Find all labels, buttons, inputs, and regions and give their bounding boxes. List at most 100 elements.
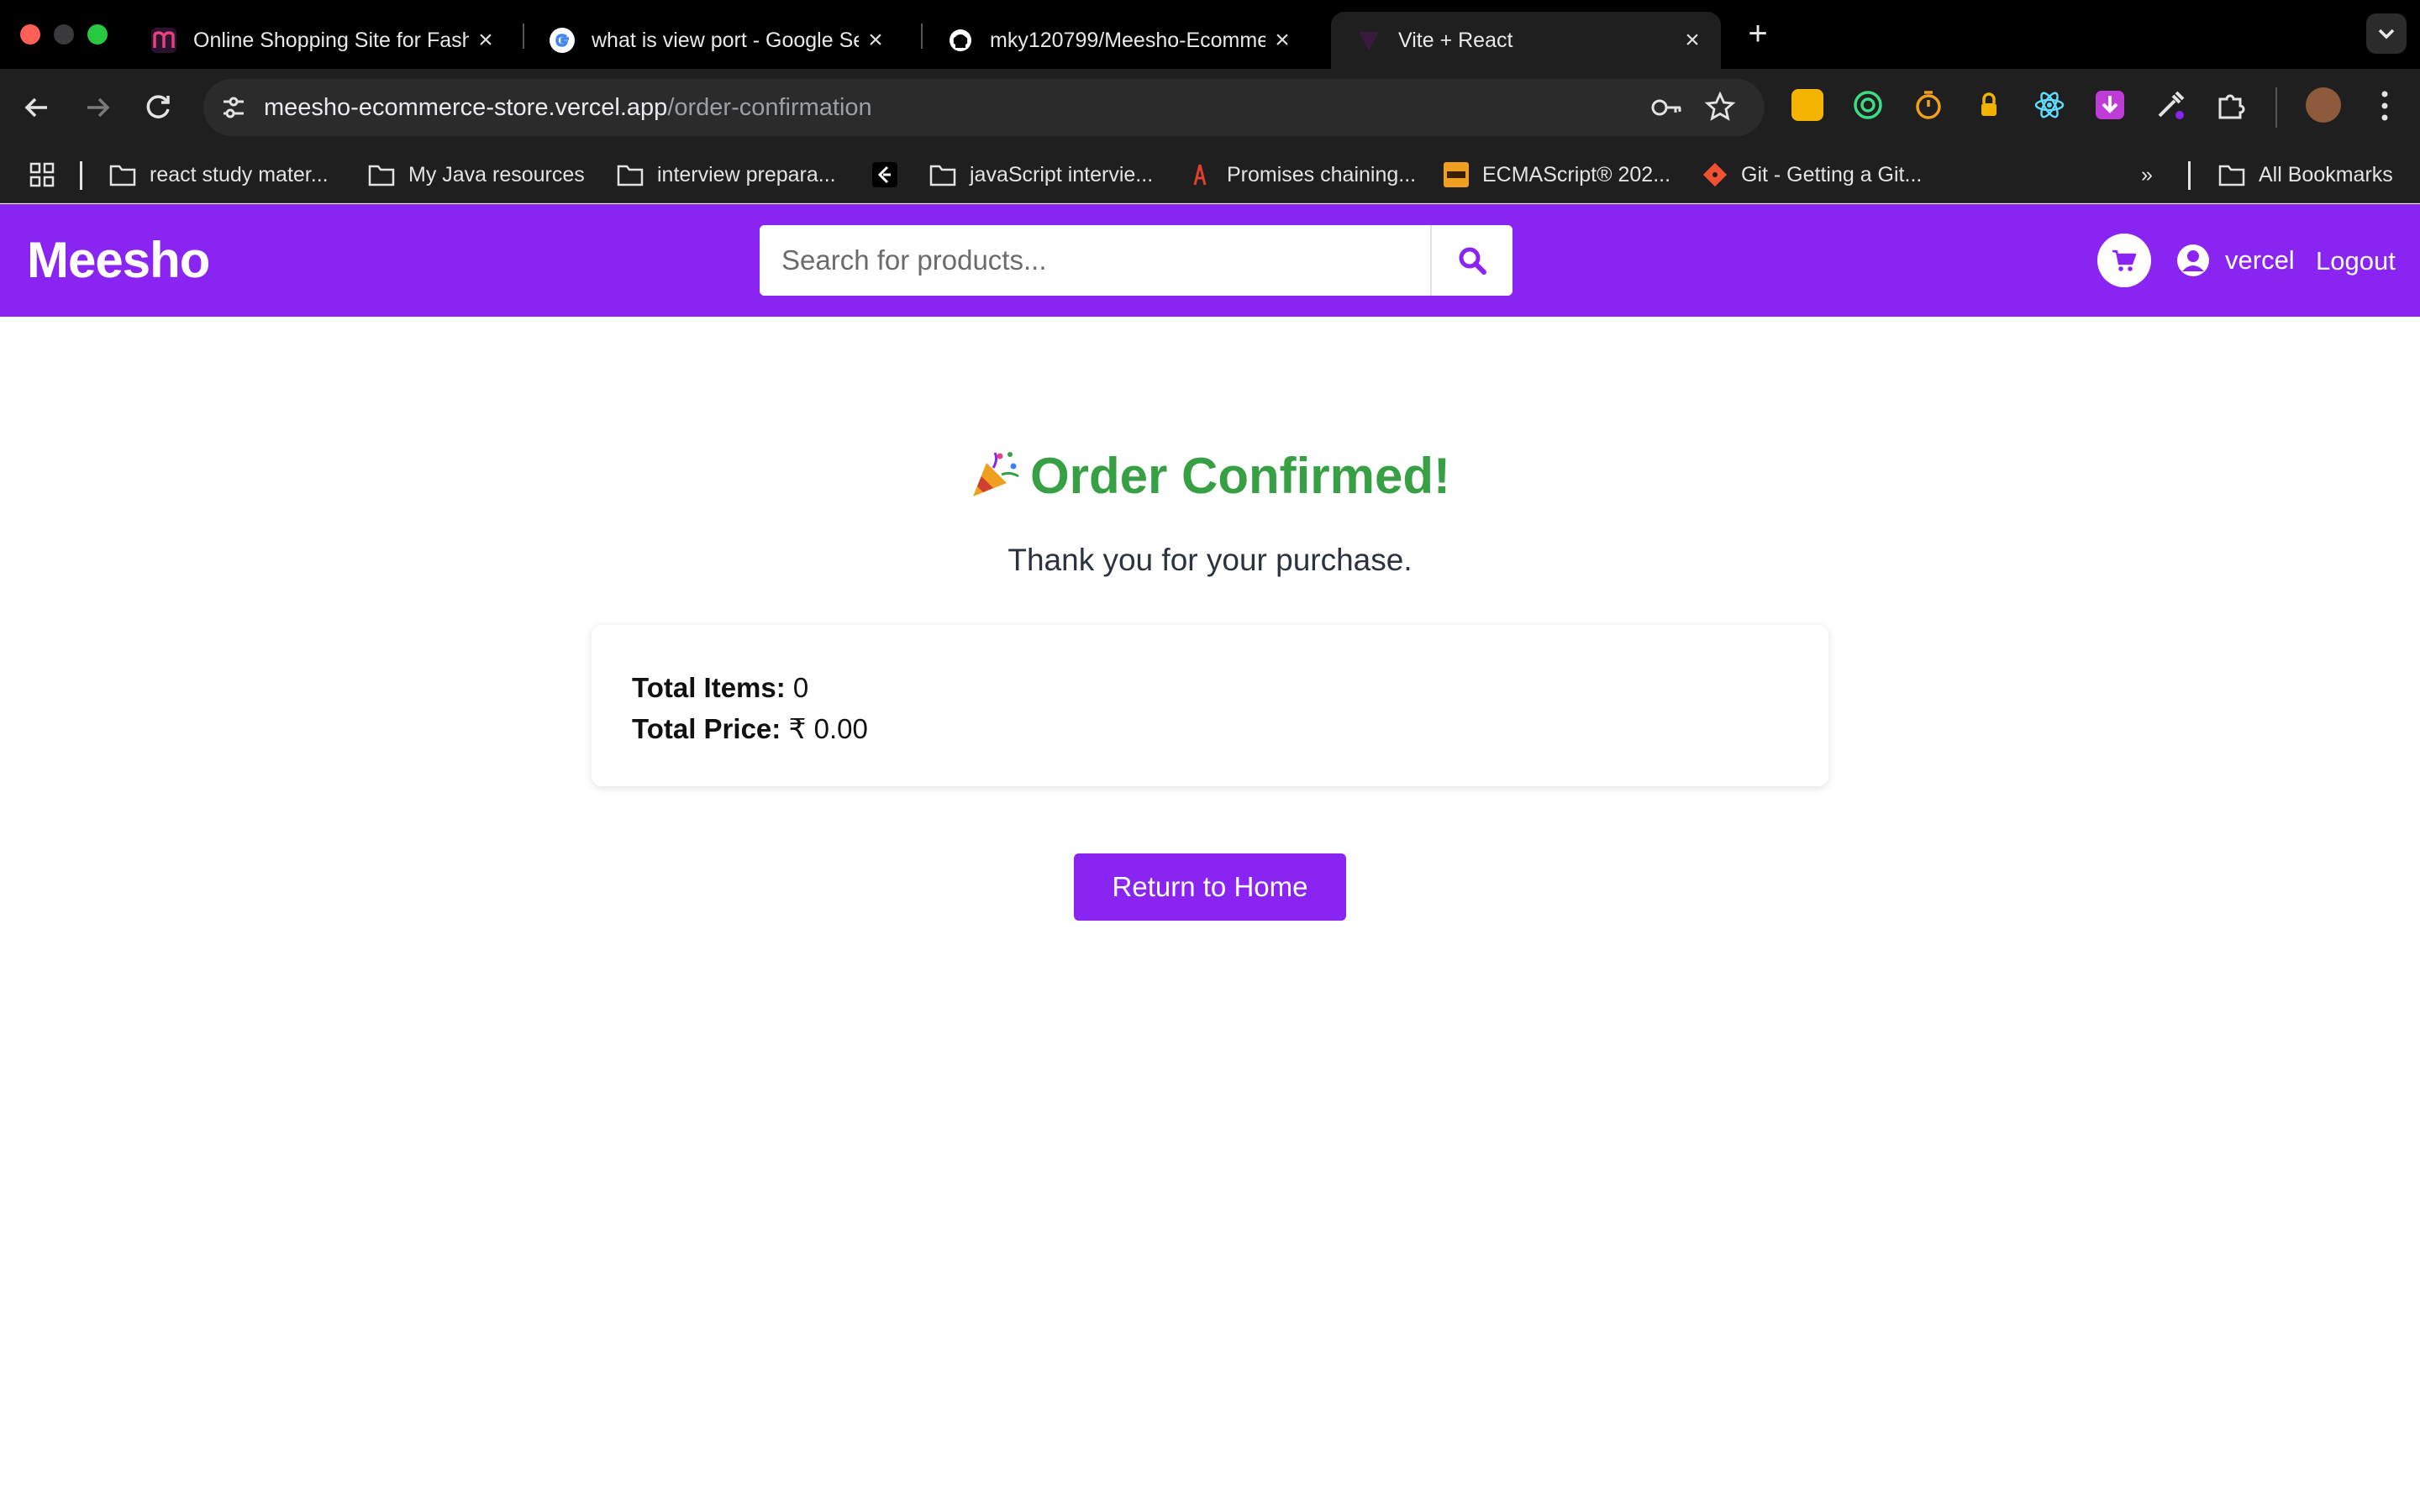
cart-button[interactable] [2097,234,2151,287]
tab-title: mky120799/Meesho-Ecomme [990,28,1265,52]
meesho-m-icon [151,28,176,53]
bookmark-label: Promises chaining... [1227,162,1417,186]
url-path: /order-confirmation [667,94,872,121]
total-price-row: Total Price: ₹ 0.00 [632,712,868,745]
total-price-label: Total Price: [632,713,781,744]
close-window-button[interactable] [20,24,40,45]
apps-grid-icon[interactable] [29,161,55,188]
bookmark-site[interactable]: Promises chaining... [1186,158,1416,192]
all-bookmarks-folder[interactable]: All Bookmarks [2218,158,2393,192]
bookmark-label: javaScript intervie... [970,162,1154,186]
react-devtools-icon[interactable] [2033,89,2065,121]
total-items-value: 0 [792,672,809,703]
logout-button[interactable]: Logout [2316,246,2396,276]
tab-title: Vite + React [1398,28,1513,52]
bookmark-site[interactable]: ECMAScript® 202... [1444,158,1670,192]
tab-title: Online Shopping Site for Fash [193,28,469,52]
search-button[interactable] [1430,225,1512,296]
browser-tab[interactable]: mky120799/Meesho-Ecomme × [923,12,1311,69]
search-bar [760,225,1512,296]
password-key-icon[interactable] [1650,94,1684,121]
page-title-text: Order Confirmed! [1029,448,1451,504]
bookmarks-bar: react study mater... My Java resources i… [0,146,2420,203]
bookmark-star-icon[interactable] [1704,91,1736,123]
vite-icon [1356,28,1381,53]
bookmarks-separator [2188,161,2191,190]
github-icon [948,28,973,53]
toolbar-separator [2275,87,2277,128]
extension-timer-icon[interactable] [1912,89,1944,121]
git-icon [1702,162,1728,187]
folder-icon [2218,165,2245,186]
minimize-window-button[interactable] [54,24,74,45]
bookmark-folder[interactable]: javaScript intervie... [929,158,1153,192]
extension-target-icon[interactable] [1852,89,1884,121]
site-header: Meesho vercel Logout [0,204,2420,317]
tab-close-icon[interactable]: × [1676,26,1709,55]
extension-lock-icon[interactable] [1973,89,2005,121]
double-chevron-icon: » [2141,162,2153,186]
bookmarks-separator [80,161,82,190]
return-to-home-button[interactable]: Return to Home [1074,853,1346,921]
leetcode-icon [872,162,897,187]
tab-close-icon[interactable]: × [859,26,892,55]
bookmark-folder[interactable]: interview prepara... [617,158,836,192]
extensions-puzzle-icon[interactable] [2215,89,2247,121]
bookmark-label: interview prepara... [657,162,836,186]
browser-tab-strip: Online Shopping Site for Fash × what is … [0,0,2420,69]
tab-close-icon[interactable]: × [1265,26,1299,55]
url-text[interactable]: meesho-ecommerce-store.vercel.app/order-… [264,94,872,122]
thank-you-message: Thank you for your purchase. [1007,543,1413,577]
bookmark-folder[interactable]: My Java resources [368,158,585,192]
new-tab-button[interactable]: + [1739,15,1776,52]
party-popper-icon [970,448,1022,512]
shopping-cart-icon [2112,249,2137,271]
address-bar[interactable]: meesho-ecommerce-store.vercel.app/order-… [203,79,1765,136]
promises-icon [1193,164,1207,186]
bookmark-site[interactable]: Git - Getting a Git... [1702,158,1922,192]
bookmark-label: All Bookmarks [2259,162,2393,186]
profile-avatar[interactable] [2306,87,2341,123]
extension-notes-icon[interactable] [1791,89,1823,121]
folder-icon [929,165,956,186]
ecma-icon [1444,162,1469,187]
bookmark-label: ECMAScript® 202... [1482,162,1671,186]
browser-tab-active[interactable]: Vite + React × [1331,12,1721,69]
extension-eyedropper-icon[interactable] [2154,89,2186,121]
forward-arrow-icon[interactable] [77,87,118,128]
bookmark-label: Git - Getting a Git... [1741,162,1923,186]
chevron-down-icon [2378,29,2395,39]
folder-icon [109,165,136,186]
reload-icon[interactable] [138,87,178,128]
tab-search-button[interactable] [2366,13,2407,54]
user-circle-icon [2177,244,2209,276]
folder-icon [368,165,395,186]
google-g-icon [550,28,575,53]
browser-toolbar: meesho-ecommerce-store.vercel.app/order-… [0,69,2420,146]
search-icon [1459,247,1486,275]
total-items-label: Total Items: [632,672,786,703]
browser-tab[interactable]: what is view port - Google Se × [524,12,904,69]
meesho-logo[interactable]: Meesho [27,231,210,289]
bookmark-label: My Java resources [408,162,585,186]
bookmark-site[interactable] [872,158,911,192]
user-menu[interactable]: vercel [2176,239,2295,281]
tab-title: what is view port - Google Se [592,28,859,52]
username-label: vercel [2225,245,2295,275]
total-items-row: Total Items: 0 [632,672,808,704]
search-input[interactable] [760,225,1430,296]
extension-download-icon[interactable] [2094,89,2126,121]
kebab-menu-icon[interactable] [2376,87,2393,124]
bookmark-label: react study mater... [150,162,329,186]
bookmark-folder[interactable]: react study mater... [109,158,329,192]
site-settings-icon[interactable] [218,92,249,123]
page-title: Order Confirmed! [0,447,2420,512]
browser-tab[interactable]: Online Shopping Site for Fash × [126,12,514,69]
more-bookmarks-button[interactable]: » [2141,158,2153,192]
tab-close-icon[interactable]: × [469,26,502,55]
url-domain: meesho-ecommerce-store.vercel.app [264,94,668,121]
order-summary-card: Total Items: 0 Total Price: ₹ 0.00 [592,625,1828,786]
back-arrow-icon[interactable] [17,87,57,128]
folder-icon [617,165,644,186]
zoom-window-button[interactable] [87,24,108,45]
